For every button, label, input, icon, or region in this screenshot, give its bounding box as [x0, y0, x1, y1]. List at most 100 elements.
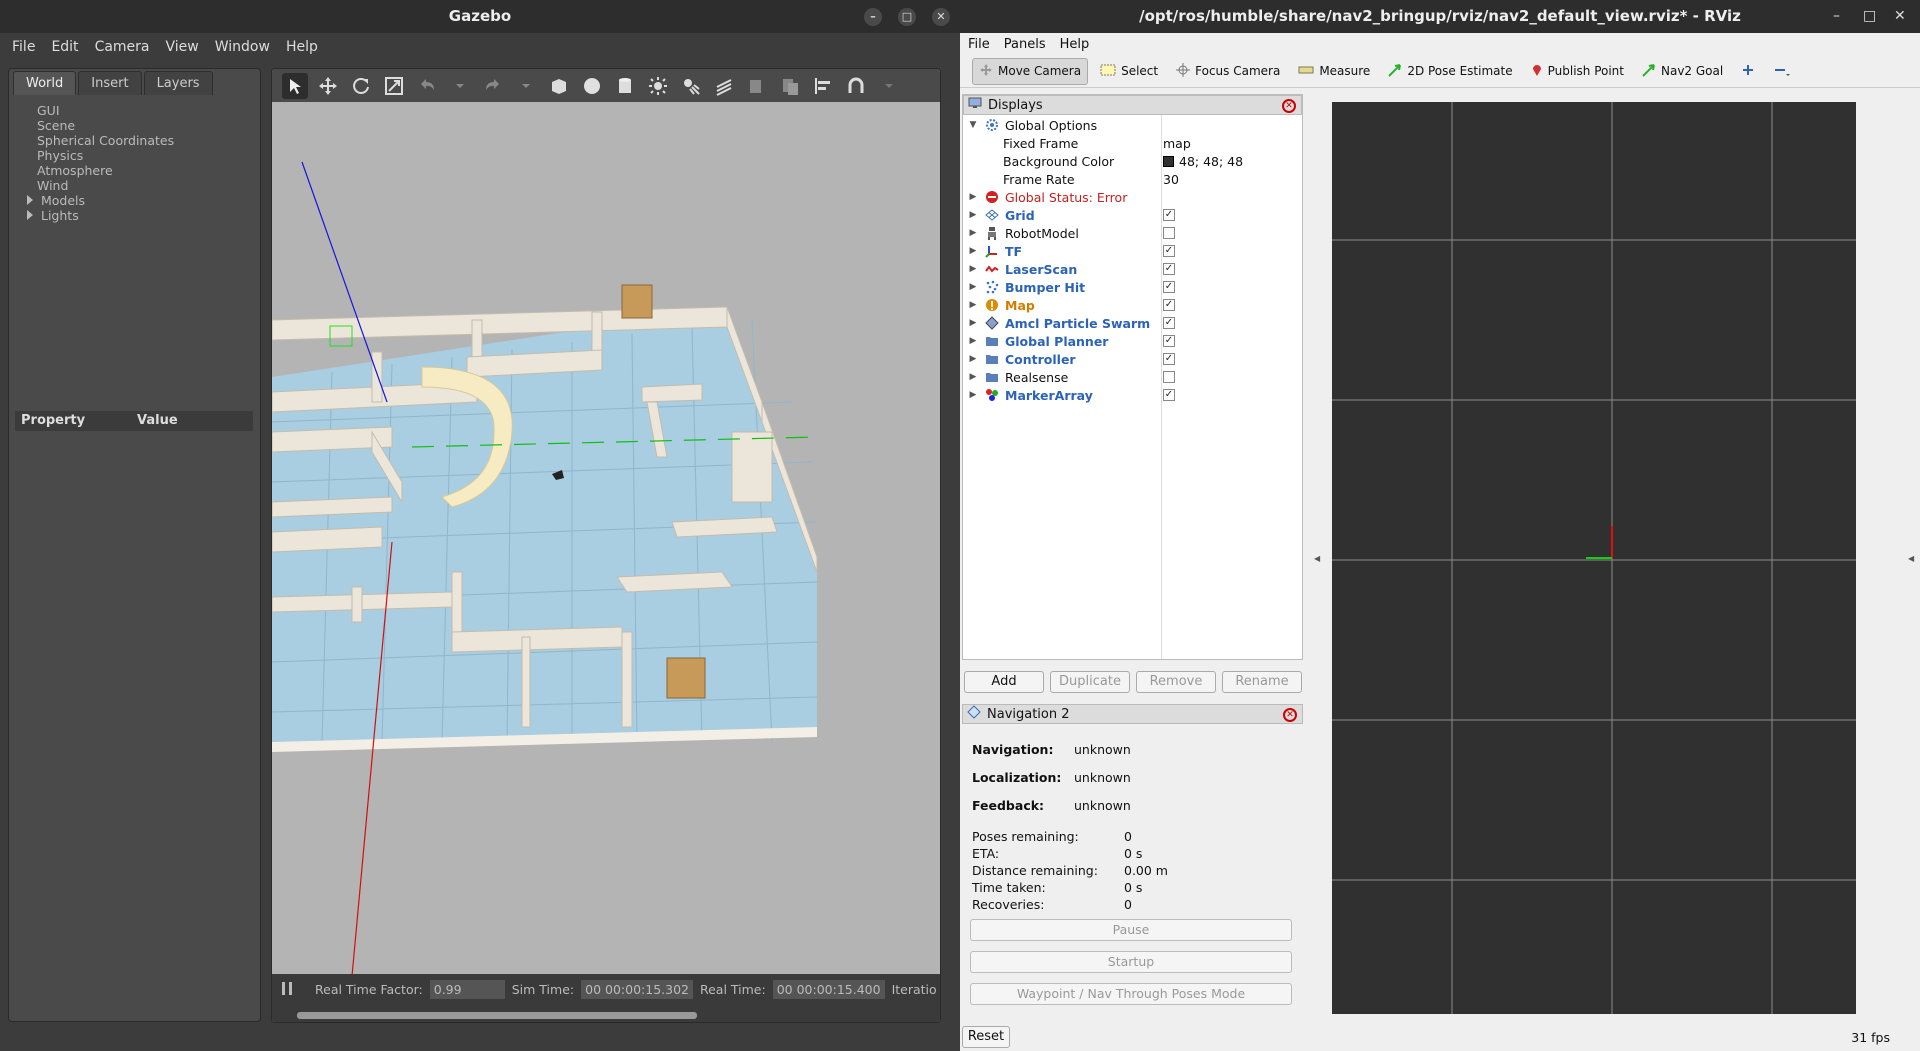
directional-light-icon[interactable]: [711, 73, 737, 99]
display-bumper-hit[interactable]: ▶ Bumper Hit ✓: [963, 278, 1302, 296]
display-tf[interactable]: ▶ TF ✓: [963, 242, 1302, 260]
tool-focus-camera[interactable]: Focus Camera: [1170, 59, 1286, 84]
property-value[interactable]: 48; 48; 48: [1163, 154, 1243, 169]
minimize-button[interactable]: –: [1833, 0, 1840, 33]
sphere-shape-icon[interactable]: [579, 73, 605, 99]
tool-2d-pose-estimate[interactable]: 2D Pose Estimate: [1382, 59, 1518, 84]
checkbox[interactable]: ✓: [1163, 317, 1175, 329]
close-displays-icon[interactable]: ✕: [1282, 99, 1296, 113]
spot-light-icon[interactable]: [678, 73, 704, 99]
display-amcl-particle-swarm[interactable]: ▶ Amcl Particle Swarm ✓: [963, 314, 1302, 332]
scale-mode-icon[interactable]: [381, 73, 407, 99]
tool-move-camera[interactable]: Move Camera: [972, 57, 1089, 85]
display-checkbox[interactable]: ✓: [1163, 209, 1175, 221]
tree-item-physics[interactable]: Physics: [37, 148, 260, 163]
tree-item-spherical[interactable]: Spherical Coordinates: [37, 133, 260, 148]
checkbox[interactable]: ✓: [1163, 281, 1175, 293]
point-light-icon[interactable]: [645, 73, 671, 99]
paste-icon[interactable]: [777, 73, 803, 99]
expand-arrow-icon[interactable]: ▶: [967, 192, 979, 202]
display-checkbox[interactable]: ✓: [1163, 299, 1175, 311]
expand-arrow-icon[interactable]: ▶: [967, 246, 979, 256]
tree-item-gui[interactable]: GUI: [37, 103, 260, 118]
display-grid[interactable]: ▶ Grid ✓: [963, 206, 1302, 224]
gazebo-3d-view[interactable]: Real Time Factor: 0.99 Sim Time: 00 00:0…: [271, 68, 941, 1023]
display-checkbox[interactable]: ✓: [1163, 335, 1175, 347]
display-checkbox[interactable]: ✓: [1163, 245, 1175, 257]
display-controller[interactable]: ▶ Controller ✓: [963, 350, 1302, 368]
property-background-color[interactable]: Background Color 48; 48; 48: [963, 152, 1302, 170]
tree-item-models[interactable]: Models: [27, 193, 260, 208]
display-robotmodel[interactable]: ▶ RobotModel: [963, 224, 1302, 242]
menu-file[interactable]: File: [12, 33, 45, 59]
menu-view[interactable]: View: [166, 33, 209, 59]
property-frame-rate[interactable]: Frame Rate 30: [963, 170, 1302, 188]
display-realsense[interactable]: ▶ Realsense: [963, 368, 1302, 386]
align-icon[interactable]: [810, 73, 836, 99]
menu-panels[interactable]: Panels: [1004, 33, 1046, 55]
reset-button[interactable]: Reset: [962, 1026, 1010, 1048]
display-global-planner[interactable]: ▶ Global Planner ✓: [963, 332, 1302, 350]
maximize-button[interactable]: □: [898, 8, 916, 26]
tool-select[interactable]: Select: [1094, 60, 1164, 83]
collapse-right-icon[interactable]: ◀: [1908, 554, 1914, 563]
expand-arrow-icon[interactable]: ▶: [967, 300, 979, 310]
snap-icon[interactable]: [843, 73, 869, 99]
expand-arrow-icon[interactable]: ▶: [967, 228, 979, 238]
tab-layers[interactable]: Layers: [143, 71, 213, 95]
pause-icon[interactable]: [280, 980, 294, 999]
checkbox[interactable]: ✓: [1163, 353, 1175, 365]
translate-mode-icon[interactable]: [315, 73, 341, 99]
display-markerarray[interactable]: ▶ MarkerArray ✓: [963, 386, 1302, 404]
property-fixed-frame[interactable]: Fixed Frame map: [963, 134, 1302, 152]
display-checkbox[interactable]: ✓: [1163, 263, 1175, 275]
pause-button[interactable]: Pause: [970, 919, 1292, 941]
checkbox[interactable]: ✓: [1163, 209, 1175, 221]
menu-help[interactable]: Help: [286, 33, 328, 59]
display-map[interactable]: ▶ Map ✓: [963, 296, 1302, 314]
tool-nav2-goal[interactable]: Nav2 Goal: [1636, 59, 1729, 84]
box-shape-icon[interactable]: [546, 73, 572, 99]
add-button[interactable]: Add: [964, 671, 1044, 693]
maximize-button[interactable]: □: [1863, 0, 1876, 33]
redo-icon[interactable]: [480, 73, 506, 99]
checkbox[interactable]: [1163, 227, 1175, 239]
expand-arrow-icon[interactable]: ▶: [967, 372, 979, 382]
redo-history-icon[interactable]: [513, 73, 539, 99]
waypoint-mode-button[interactable]: Waypoint / Nav Through Poses Mode: [970, 983, 1292, 1005]
add-tool-button[interactable]: [1735, 59, 1761, 84]
horizontal-scrollbar[interactable]: [297, 1012, 697, 1019]
expand-arrow-icon[interactable]: ▶: [967, 264, 979, 274]
rename-button[interactable]: Rename: [1222, 671, 1302, 693]
expand-arrow-icon[interactable]: ▶: [967, 282, 979, 292]
expand-arrow-icon[interactable]: ▶: [967, 318, 979, 328]
collapse-arrow-icon[interactable]: ▼: [967, 120, 979, 130]
startup-button[interactable]: Startup: [970, 951, 1292, 973]
cylinder-shape-icon[interactable]: [612, 73, 638, 99]
display-checkbox[interactable]: [1163, 227, 1175, 239]
display-checkbox[interactable]: [1163, 371, 1175, 383]
copy-icon[interactable]: [744, 73, 770, 99]
display-checkbox[interactable]: ✓: [1163, 389, 1175, 401]
tab-insert[interactable]: Insert: [78, 71, 142, 95]
checkbox[interactable]: [1163, 371, 1175, 383]
undo-history-icon[interactable]: [447, 73, 473, 99]
close-button[interactable]: ✕: [1894, 0, 1906, 33]
tree-item-lights[interactable]: Lights: [27, 208, 260, 223]
expand-arrow-icon[interactable]: ▶: [967, 336, 979, 346]
minimize-button[interactable]: –: [864, 8, 882, 26]
checkbox[interactable]: ✓: [1163, 299, 1175, 311]
tool-measure[interactable]: Measure: [1292, 60, 1376, 82]
toolbar-overflow-icon[interactable]: [876, 73, 902, 99]
tree-item-atmosphere[interactable]: Atmosphere: [37, 163, 260, 178]
rotate-mode-icon[interactable]: [348, 73, 374, 99]
tool-publish-point[interactable]: Publish Point: [1525, 59, 1630, 84]
menu-window[interactable]: Window: [215, 33, 280, 59]
remove-button[interactable]: Remove: [1136, 671, 1216, 693]
display-checkbox[interactable]: ✓: [1163, 353, 1175, 365]
checkbox[interactable]: ✓: [1163, 335, 1175, 347]
checkbox[interactable]: ✓: [1163, 389, 1175, 401]
display-global-status[interactable]: ▶ Global Status: Error: [963, 188, 1302, 206]
menu-camera[interactable]: Camera: [95, 33, 160, 59]
checkbox[interactable]: ✓: [1163, 263, 1175, 275]
